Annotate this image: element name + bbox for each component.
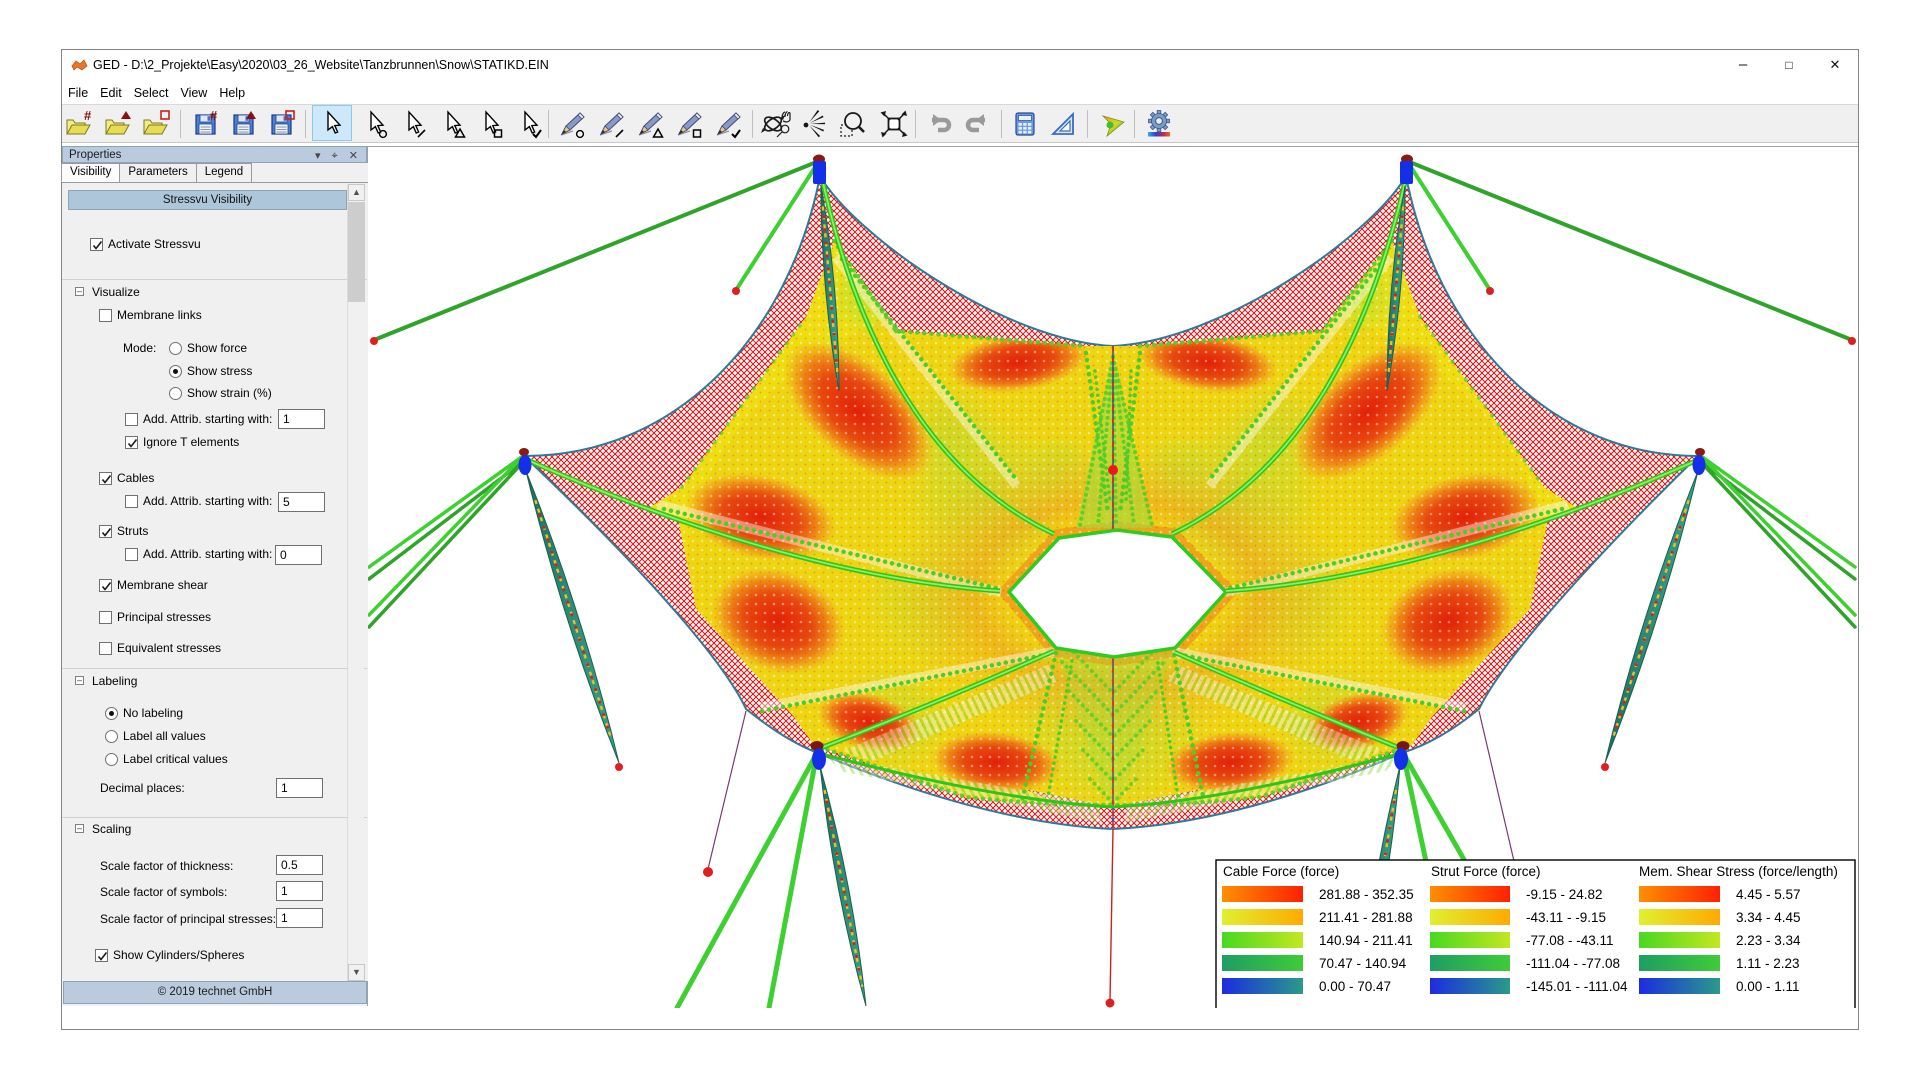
svg-text:3.34 - 4.45: 3.34 - 4.45 [1736,910,1801,925]
svg-text:Mem. Shear Stress (force/lengt: Mem. Shear Stress (force/length) [1639,864,1838,879]
svg-text:#: # [210,108,218,123]
svg-text:70.47 - 140.94: 70.47 - 140.94 [1319,956,1407,971]
svg-text:0.00 - 1.11: 0.00 - 1.11 [1736,979,1800,994]
svg-text:4.45 - 5.57: 4.45 - 5.57 [1736,887,1801,902]
svg-text:-77.08 - -43.11: -77.08 - -43.11 [1526,933,1614,948]
svg-text:140.94 - 211.41: 140.94 - 211.41 [1319,933,1413,948]
svg-text:Cable Force (force): Cable Force (force) [1223,864,1339,879]
svg-text:0.00 - 70.47: 0.00 - 70.47 [1319,979,1391,994]
svg-text:#: # [84,108,92,123]
svg-text:Strut Force (force): Strut Force (force) [1431,864,1541,879]
svg-text:-43.11 - -9.15: -43.11 - -9.15 [1526,910,1606,925]
svg-text:211.41 - 281.88: 211.41 - 281.88 [1319,910,1413,925]
svg-text:281.88 - 352.35: 281.88 - 352.35 [1319,887,1414,902]
svg-text:-145.01 - -111.04: -145.01 - -111.04 [1526,979,1628,994]
svg-text:-111.04 - -77.08: -111.04 - -77.08 [1526,956,1620,971]
svg-text:1.11 - 2.23: 1.11 - 2.23 [1736,956,1800,971]
svg-text:-9.15 - 24.82: -9.15 - 24.82 [1526,887,1603,902]
svg-text:2.23 - 3.34: 2.23 - 3.34 [1736,933,1801,948]
